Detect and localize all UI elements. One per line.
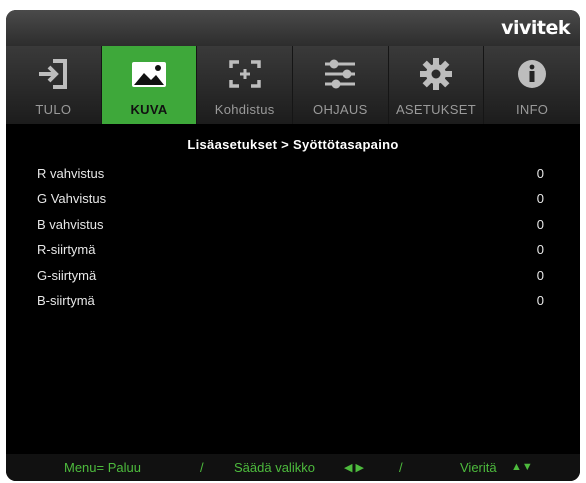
setting-value: 0 — [536, 166, 544, 181]
footer-scroll-hint: Vieritä — [460, 460, 497, 475]
setting-value: 0 — [536, 191, 544, 207]
setting-value: 0 — [536, 267, 544, 283]
tab-bar: TULO KUVA Kohdistus OHJAUS ASETUKSET INF… — [6, 46, 580, 124]
tab-kuva[interactable]: KUVA — [101, 46, 198, 124]
tab-asetukset[interactable]: ASETUKSET — [389, 46, 485, 124]
setting-value: 0 — [536, 242, 544, 258]
setting-label: G-siirtymä — [37, 267, 97, 283]
breadcrumb: Lisäasetukset > Syöttötasapaino — [187, 137, 399, 152]
footer-adjust-hint: Säädä valikko — [234, 460, 315, 475]
setting-row-g-gain[interactable]: G Vahvistus 0 — [6, 187, 580, 212]
tab-label: ASETUKSET — [395, 102, 476, 117]
footer-separator: / — [399, 460, 403, 475]
top-bar: vivitek — [6, 10, 580, 46]
osd-menu: vivitek TULO KUVA Kohdistus OHJAUS ASETU… — [6, 10, 580, 481]
brand-logo: vivitek — [501, 17, 570, 39]
tab-label: INFO — [515, 102, 549, 117]
focus-icon — [225, 56, 265, 92]
footer-menu-hint: Menu= Paluu — [64, 460, 141, 475]
setting-value: 0 — [536, 292, 544, 308]
input-icon — [33, 56, 73, 92]
setting-label: B vahvistus — [37, 216, 104, 232]
tab-label: KUVA — [130, 102, 168, 117]
tab-label: TULO — [35, 102, 72, 117]
setting-label: R vahvistus — [37, 166, 105, 181]
image-icon — [129, 56, 169, 92]
tab-ohjaus[interactable]: OHJAUS — [293, 46, 389, 124]
gear-icon — [416, 56, 456, 92]
tab-tulo[interactable]: TULO — [6, 46, 102, 124]
setting-row-b-gain[interactable]: B vahvistus 0 — [6, 213, 580, 238]
setting-label: G Vahvistus — [37, 191, 107, 207]
setting-label: R-siirtymä — [37, 242, 96, 258]
left-right-arrows-icon: ◀ ▶ — [344, 462, 364, 474]
tab-label: Kohdistus — [214, 102, 275, 117]
info-icon — [512, 56, 552, 92]
settings-panel: Lisäasetukset > Syöttötasapaino R vahvis… — [6, 124, 580, 454]
tab-label: OHJAUS — [313, 102, 368, 117]
setting-row-r-gain[interactable]: R vahvistus 0 — [6, 162, 580, 187]
up-down-arrows-icon: ▲▼ — [511, 461, 533, 473]
setting-label: B-siirtymä — [37, 292, 95, 308]
tab-info[interactable]: INFO — [484, 46, 580, 124]
setting-value: 0 — [536, 216, 544, 232]
setting-row-g-offset[interactable]: G-siirtymä 0 — [6, 264, 580, 289]
sliders-icon — [320, 56, 360, 92]
setting-row-b-offset[interactable]: B-siirtymä 0 — [6, 289, 580, 314]
tab-kohdistus[interactable]: Kohdistus — [197, 46, 293, 124]
footer-separator: / — [200, 460, 204, 475]
settings-list: R vahvistus 0 G Vahvistus 0 B vahvistus … — [6, 162, 580, 314]
setting-row-r-offset[interactable]: R-siirtymä 0 — [6, 238, 580, 263]
help-footer: Menu= Paluu / Säädä valikko ◀ ▶ / Vierit… — [6, 454, 580, 481]
